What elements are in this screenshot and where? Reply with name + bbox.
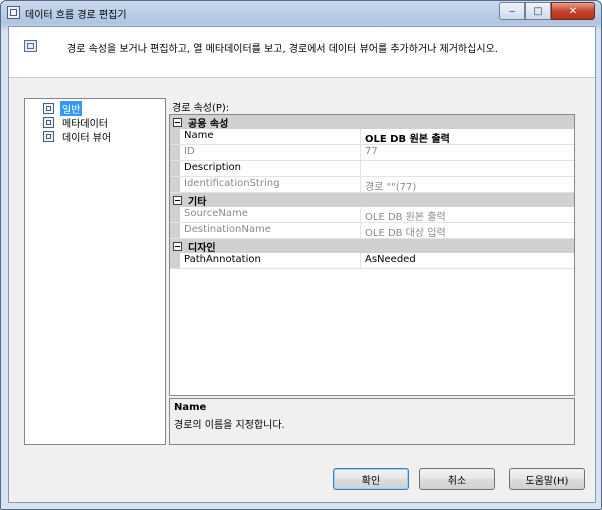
- description-text: 경로의 이름을 지정합니다.: [174, 420, 285, 431]
- property-value: 경로 ""(77): [365, 182, 417, 193]
- maximize-button[interactable]: □: [525, 2, 551, 20]
- row-gutter: [170, 253, 180, 268]
- row-gutter: [170, 129, 180, 144]
- tree-item-data-viewers[interactable]: 데이터 뷰어: [43, 129, 113, 144]
- property-name: PathAnnotation: [184, 254, 261, 265]
- property-description-panel: Name 경로의 이름을 지정합니다.: [169, 398, 575, 445]
- minimize-button[interactable]: ‒: [499, 2, 525, 20]
- category-misc[interactable]: 기타: [170, 193, 574, 208]
- category-design[interactable]: 디자인: [170, 239, 574, 254]
- row-gutter: [170, 207, 180, 222]
- property-name: DestinationName: [184, 224, 271, 235]
- property-value: OLE DB 대상 입력: [365, 228, 446, 239]
- properties-label: 경로 속성(P):: [172, 103, 230, 114]
- page-tree: 일반 메타데이터 데이터 뷰어: [24, 98, 166, 445]
- category-label: 기타: [188, 196, 207, 208]
- page-icon: [43, 116, 54, 128]
- property-value: OLE DB 원본 출력: [365, 212, 446, 223]
- collapse-icon[interactable]: [173, 195, 182, 205]
- property-row-path-annotation[interactable]: PathAnnotation AsNeeded: [170, 253, 574, 269]
- property-row-id[interactable]: ID 77: [170, 145, 574, 161]
- property-row-description[interactable]: Description: [170, 161, 574, 177]
- column-divider: [360, 161, 361, 176]
- editor-window-icon: [7, 6, 20, 19]
- property-row-destination-name[interactable]: DestinationName OLE DB 대상 입력: [170, 223, 574, 239]
- tree-item-general[interactable]: 일반: [43, 100, 83, 116]
- row-gutter: [170, 177, 180, 192]
- column-divider: [360, 223, 361, 238]
- page-icon: [43, 130, 54, 142]
- path-editor-icon: [24, 40, 37, 52]
- column-divider: [360, 129, 361, 144]
- column-divider: [360, 207, 361, 222]
- header-description: 경로 속성을 보거나 편집하고, 열 메타데이터를 보고, 경로에서 데이터 뷰…: [67, 44, 498, 55]
- property-value: 77: [365, 146, 378, 157]
- column-divider: [360, 145, 361, 160]
- category-label: 디자인: [188, 242, 216, 254]
- tree-item-label: 데이터 뷰어: [62, 132, 112, 144]
- cancel-button[interactable]: 취소: [419, 468, 495, 490]
- row-gutter: [170, 145, 180, 160]
- category-common-properties[interactable]: 공용 속성: [170, 115, 574, 130]
- dialog-client-area: 경로 속성을 보거나 편집하고, 열 메타데이터를 보고, 경로에서 데이터 뷰…: [8, 26, 596, 503]
- property-row-name[interactable]: Name OLE DB 원본 출력: [170, 129, 574, 145]
- window-title: 데이터 흐름 경로 편집기: [25, 10, 127, 21]
- property-row-source-name[interactable]: SourceName OLE DB 원본 출력: [170, 207, 574, 223]
- property-name: IdentificationString: [184, 178, 280, 189]
- property-name: ID: [184, 146, 195, 157]
- property-row-identification-string[interactable]: IdentificationString 경로 ""(77): [170, 177, 574, 193]
- description-title: Name: [174, 402, 207, 413]
- close-button[interactable]: ✕: [551, 2, 595, 20]
- tree-item-label: 메타데이터: [62, 118, 108, 130]
- caption-buttons: ‒ □ ✕: [499, 2, 595, 20]
- tree-item-metadata[interactable]: 메타데이터: [43, 115, 110, 130]
- property-value[interactable]: AsNeeded: [365, 254, 416, 265]
- row-gutter: [170, 223, 180, 238]
- property-name: SourceName: [184, 208, 248, 219]
- column-divider: [360, 253, 361, 268]
- dialog-body: 일반 메타데이터 데이터 뷰어 경로 속성(P): 공용 속성 Name OLE…: [9, 78, 595, 502]
- title-bar[interactable]: 데이터 흐름 경로 편집기 ‒ □ ✕: [1, 1, 601, 25]
- collapse-icon[interactable]: [173, 117, 182, 127]
- category-label: 공용 속성: [188, 118, 229, 130]
- page-icon: [43, 102, 54, 114]
- tree-item-label: 일반: [60, 100, 83, 116]
- property-name: Name: [184, 130, 214, 141]
- column-divider: [360, 177, 361, 192]
- property-value[interactable]: OLE DB 원본 출력: [365, 130, 450, 145]
- property-grid: 공용 속성 Name OLE DB 원본 출력 ID 77 Descriptio…: [169, 114, 575, 396]
- dialog-window: 데이터 흐름 경로 편집기 ‒ □ ✕ 경로 속성을 보거나 편집하고, 열 메…: [0, 0, 602, 510]
- collapse-icon[interactable]: [173, 241, 182, 251]
- header-banner: 경로 속성을 보거나 편집하고, 열 메타데이터를 보고, 경로에서 데이터 뷰…: [9, 27, 595, 78]
- help-button[interactable]: 도움말(H): [509, 468, 585, 490]
- ok-button[interactable]: 확인: [333, 468, 409, 490]
- property-name: Description: [184, 162, 241, 173]
- row-gutter: [170, 161, 180, 176]
